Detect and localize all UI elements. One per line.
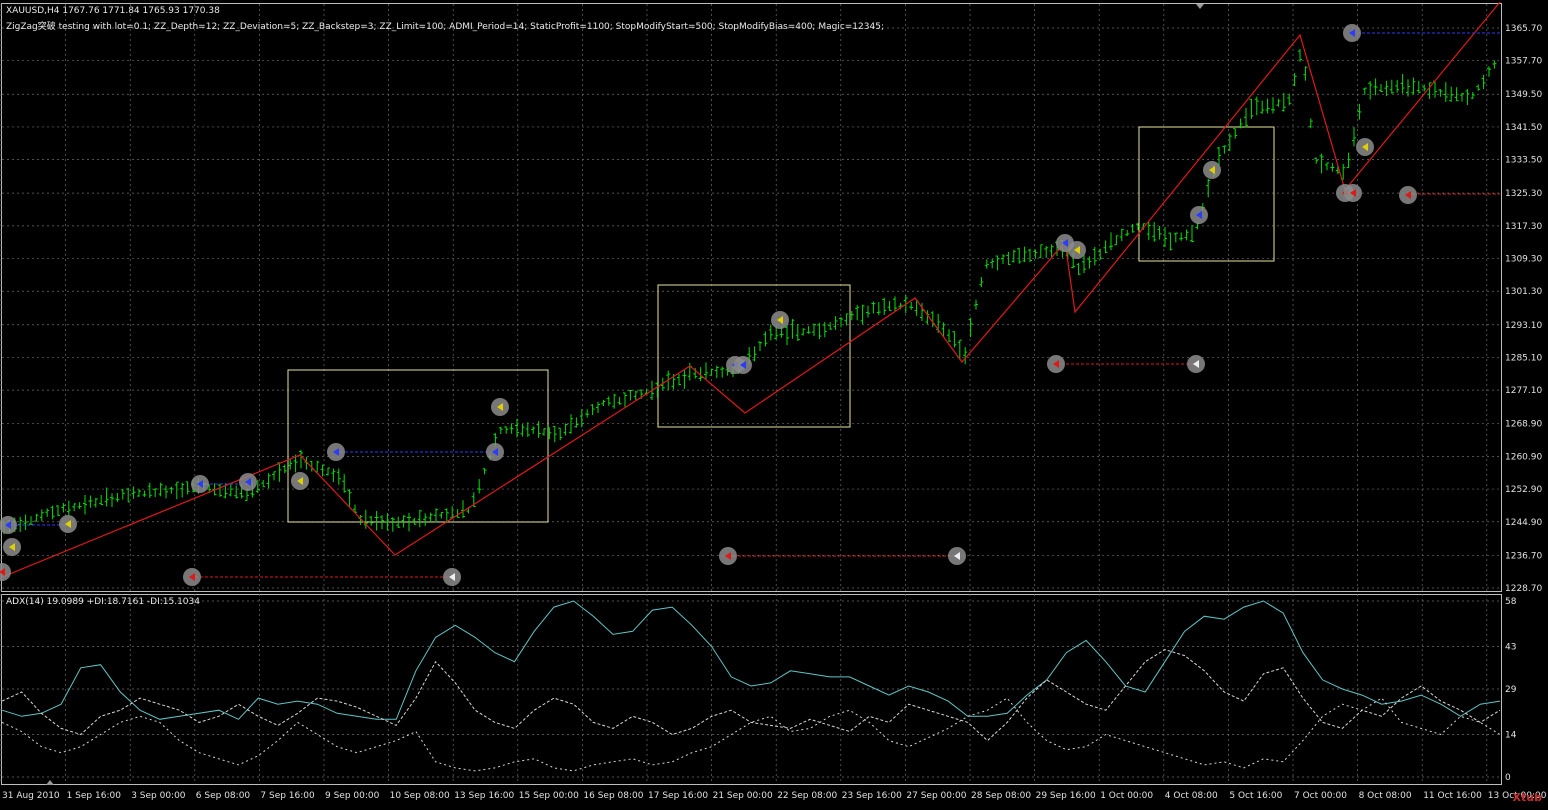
price-tick-label: 1228.70 xyxy=(1505,584,1542,594)
time-tick-label: 22 Sep 08:00 xyxy=(777,791,837,801)
price-tick-label: 1277.10 xyxy=(1505,386,1542,396)
time-tick-label: 4 Oct 08:00 xyxy=(1165,791,1218,801)
trade-marker[interactable] xyxy=(948,547,966,565)
price-tick-label: 1252.90 xyxy=(1505,485,1542,495)
price-tick-label: 1333.50 xyxy=(1505,156,1542,166)
price-tick-label: 1293.10 xyxy=(1505,321,1542,331)
time-tick-label: 8 Oct 08:00 xyxy=(1359,791,1412,801)
price-tick-label: 1317.30 xyxy=(1505,222,1542,232)
trade-marker[interactable] xyxy=(1203,161,1221,179)
time-tick-label: 27 Sep 00:00 xyxy=(906,791,966,801)
indicator-tick-label: 43 xyxy=(1505,643,1516,653)
price-tick-label: 1236.70 xyxy=(1505,551,1542,561)
expert-advisor-header: ZigZag突破 testing with lot=0.1; ZZ_Depth=… xyxy=(6,22,884,32)
trade-marker[interactable] xyxy=(1068,241,1086,259)
indicator-tick-label: 29 xyxy=(1505,685,1517,695)
time-tick-label: 10 Sep 08:00 xyxy=(390,791,450,801)
time-tick-label: 3 Sep 00:00 xyxy=(131,791,186,801)
trade-marker[interactable] xyxy=(183,568,201,586)
trade-marker[interactable] xyxy=(771,311,789,329)
time-tick-label: 29 Sep 16:00 xyxy=(1036,791,1096,801)
time-tick-label: 17 Sep 16:00 xyxy=(648,791,708,801)
price-tick-label: 1357.70 xyxy=(1505,57,1542,67)
trade-marker[interactable] xyxy=(1343,24,1361,42)
trade-marker[interactable] xyxy=(734,356,752,374)
price-tick-label: 1309.30 xyxy=(1505,255,1542,265)
time-tick-label: 13 Sep 16:00 xyxy=(454,791,514,801)
trade-marker[interactable] xyxy=(327,443,345,461)
indicator-tick-label: 0 xyxy=(1505,773,1511,783)
time-tick-label: 7 Oct 00:00 xyxy=(1294,791,1347,801)
watermark-logo: Xtub xyxy=(1512,791,1542,804)
trade-marker[interactable] xyxy=(1344,184,1362,202)
price-tick-label: 1325.30 xyxy=(1505,189,1542,199)
trade-marker[interactable] xyxy=(1399,186,1417,204)
trading-chart[interactable]: 1365.70 1357.70 1349.50 1341.50 1333.50 1325.… xyxy=(0,0,1548,806)
time-tick-label: 5 Oct 16:00 xyxy=(1229,791,1282,801)
trade-marker[interactable] xyxy=(486,443,504,461)
indicator-tick-label: 14 xyxy=(1505,731,1517,741)
price-tick-label: 1244.90 xyxy=(1505,518,1542,528)
time-tick-label: 1 Oct 00:00 xyxy=(1100,791,1153,801)
price-tick-label: 1301.30 xyxy=(1505,287,1542,297)
time-tick-label: 6 Sep 08:00 xyxy=(196,791,251,801)
chart-canvas[interactable]: 1365.70 1357.70 1349.50 1341.50 1333.50 1325.… xyxy=(0,0,1548,806)
trade-marker[interactable] xyxy=(1187,355,1205,373)
symbol-header: XAUUSD,H4 1767.76 1771.84 1765.93 1770.3… xyxy=(6,6,220,16)
price-tick-label: 1341.50 xyxy=(1505,123,1542,133)
price-tick-label: 1260.90 xyxy=(1505,452,1542,462)
trade-marker[interactable] xyxy=(1356,138,1374,156)
trade-marker[interactable] xyxy=(443,568,461,586)
time-tick-label: 1 Sep 16:00 xyxy=(67,791,122,801)
price-tick-label: 1285.10 xyxy=(1505,353,1542,363)
trade-marker[interactable] xyxy=(291,472,309,490)
time-tick-label: 31 Aug 2010 xyxy=(2,791,60,801)
price-tick-label: 1268.90 xyxy=(1505,420,1542,430)
price-tick-label: 1365.70 xyxy=(1505,24,1542,34)
trade-marker[interactable] xyxy=(1047,355,1065,373)
time-tick-label: 28 Sep 08:00 xyxy=(971,791,1031,801)
time-tick-label: 9 Sep 00:00 xyxy=(325,791,380,801)
time-tick-label: 23 Sep 16:00 xyxy=(842,791,902,801)
trade-marker[interactable] xyxy=(59,515,77,533)
trade-marker[interactable] xyxy=(3,538,21,556)
trade-marker[interactable] xyxy=(1190,206,1208,224)
time-tick-label: 11 Oct 16:00 xyxy=(1423,791,1482,801)
trade-marker[interactable] xyxy=(719,547,737,565)
time-tick-label: 15 Sep 00:00 xyxy=(519,791,579,801)
trade-marker[interactable] xyxy=(191,475,209,493)
trade-marker[interactable] xyxy=(491,398,509,416)
indicator-tick-label: 58 xyxy=(1505,597,1517,607)
adx-header: ADX(14) 19.0989 +DI:18.7161 -DI:15.1034 xyxy=(6,597,200,607)
time-tick-label: 7 Sep 16:00 xyxy=(260,791,315,801)
time-tick-label: 21 Sep 00:00 xyxy=(713,791,773,801)
trade-marker[interactable] xyxy=(239,473,257,491)
time-tick-label: 16 Sep 08:00 xyxy=(583,791,643,801)
price-tick-label: 1349.50 xyxy=(1505,90,1542,100)
